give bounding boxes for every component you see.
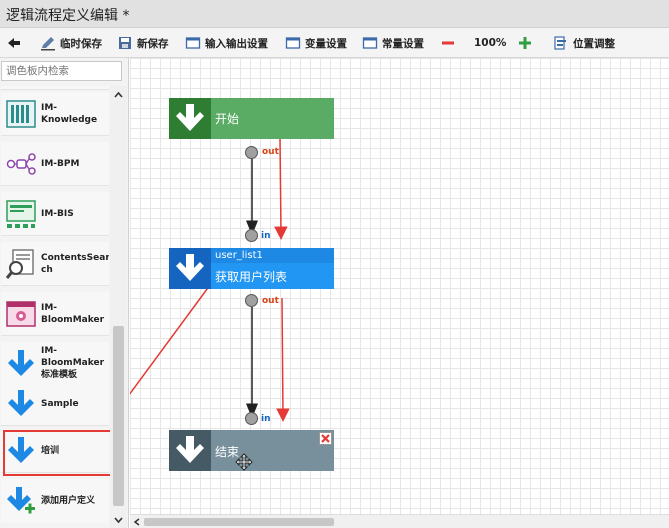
back-button[interactable] — [6, 28, 22, 58]
task-in-port[interactable] — [245, 229, 258, 242]
const-settings-button[interactable]: 常量设置 — [362, 28, 424, 58]
palette-item-label: IM- BloomMaker 标准模板 — [41, 346, 105, 380]
window-icon — [185, 37, 201, 49]
close-icon — [321, 434, 330, 443]
task-node-id: user_list1 — [215, 250, 263, 261]
palette-item-label: ContentsSear ch — [41, 253, 109, 275]
arrow-down-icon — [169, 98, 211, 139]
in-port-label: in — [261, 414, 271, 424]
palette-item-label: 添加用户定义 — [41, 496, 96, 506]
zoom-out-button[interactable] — [440, 28, 456, 58]
palette-scrollbar[interactable] — [110, 86, 127, 528]
palette-item-im-bpm[interactable]: IM-BPM — [1, 142, 109, 186]
end-in-port[interactable] — [245, 412, 258, 425]
palette-item-im-bloommaker[interactable]: IM- BloomMaker — [1, 292, 109, 336]
palette-item-label: IM- Knowledge — [41, 103, 98, 125]
canvas-scroll-thumb[interactable] — [144, 518, 334, 526]
start-node-label: 开始 — [215, 112, 240, 126]
arrow-down-icon — [8, 350, 34, 376]
bloommaker-icon — [6, 301, 36, 327]
move-cursor-icon — [235, 453, 253, 471]
add-user-definition-icon — [7, 487, 35, 514]
delete-node-button[interactable] — [319, 432, 332, 445]
palette-item-label: Sample — [41, 399, 79, 409]
window-title: 逻辑流程定义编辑 * — [6, 8, 130, 24]
start-node[interactable]: 开始 — [169, 98, 334, 139]
palette-scroll-thumb[interactable] — [113, 326, 124, 506]
bpm-icon — [6, 153, 36, 175]
io-settings-label: 输入输出设置 — [205, 37, 268, 50]
arrow-down-icon — [8, 390, 34, 416]
task-out-port[interactable] — [245, 294, 258, 307]
knowledge-icon — [6, 100, 36, 128]
const-settings-label: 常量设置 — [382, 37, 424, 50]
palette-item-im-bis[interactable]: IM-BIS — [1, 192, 109, 236]
io-settings-button[interactable]: 输入输出设置 — [185, 28, 268, 58]
window-icon — [362, 37, 378, 49]
window-icon — [285, 37, 301, 49]
annotation-arrow — [276, 297, 290, 422]
chevron-left-icon — [133, 518, 140, 526]
highlight-box — [3, 430, 112, 476]
arrow-down-icon — [169, 430, 211, 471]
temp-save-button[interactable]: 临时保存 — [40, 28, 102, 58]
annotation-arrow — [274, 137, 288, 240]
zoom-in-button[interactable] — [517, 28, 533, 58]
pencil-icon — [41, 37, 55, 51]
chevron-down-icon — [114, 517, 123, 524]
palette-item-partial[interactable] — [1, 86, 109, 90]
toolbar: 临时保存 新保存 输入输出设置 变量设置 常量设置 100% 位置调整 — [0, 28, 669, 58]
palette-item-label: IM-BPM — [41, 159, 80, 169]
palette-item-bloommaker-template[interactable]: IM- BloomMaker 标准模板 — [1, 342, 109, 386]
annotation-arrow — [130, 257, 231, 395]
in-port-label: in — [261, 231, 271, 241]
start-out-port[interactable] — [245, 146, 258, 159]
out-port-label: out — [262, 296, 279, 306]
palette-item-label: IM- BloomMaker — [41, 303, 105, 325]
align-icon — [554, 36, 566, 50]
new-save-label: 新保存 — [137, 37, 169, 50]
position-adjust-label: 位置调整 — [573, 37, 615, 50]
var-settings-label: 变量设置 — [305, 37, 347, 50]
zoom-level: 100% — [474, 37, 507, 49]
palette-search-input[interactable] — [1, 61, 122, 81]
palette-item-contents-search[interactable]: ContentsSear ch — [1, 242, 109, 286]
flow-canvas[interactable]: 开始 out in user_list1 获取用户列表 out in 结束 — [130, 58, 669, 514]
out-port-label: out — [262, 147, 279, 157]
var-settings-button[interactable]: 变量设置 — [285, 28, 347, 58]
arrow-left-icon — [8, 38, 20, 48]
title-bar: 逻辑流程定义编辑 * — [0, 0, 669, 28]
save-icon — [119, 37, 131, 49]
new-save-button[interactable]: 新保存 — [117, 28, 169, 58]
palette-item-im-knowledge[interactable]: IM- Knowledge — [1, 92, 109, 136]
palette-sidebar: IM- Knowledge IM-BPM IM-BIS — [0, 58, 129, 528]
arrow-down-icon — [169, 248, 211, 289]
palette-item-sample[interactable]: Sample — [1, 382, 109, 426]
plus-icon — [519, 37, 531, 49]
chevron-up-icon — [114, 91, 123, 98]
task-node-label: 获取用户列表 — [215, 270, 288, 284]
palette-item-label: IM-BIS — [41, 209, 74, 219]
canvas-horizontal-scrollbar[interactable] — [130, 514, 669, 528]
contents-search-icon — [5, 249, 34, 279]
temp-save-label: 临时保存 — [60, 37, 102, 50]
position-adjust-button[interactable]: 位置调整 — [553, 28, 615, 58]
minus-icon — [442, 41, 454, 45]
palette-item-add-user-definition[interactable]: 添加用户定义 — [1, 479, 109, 523]
task-node[interactable]: user_list1 获取用户列表 — [169, 248, 334, 289]
bis-icon — [6, 200, 36, 228]
